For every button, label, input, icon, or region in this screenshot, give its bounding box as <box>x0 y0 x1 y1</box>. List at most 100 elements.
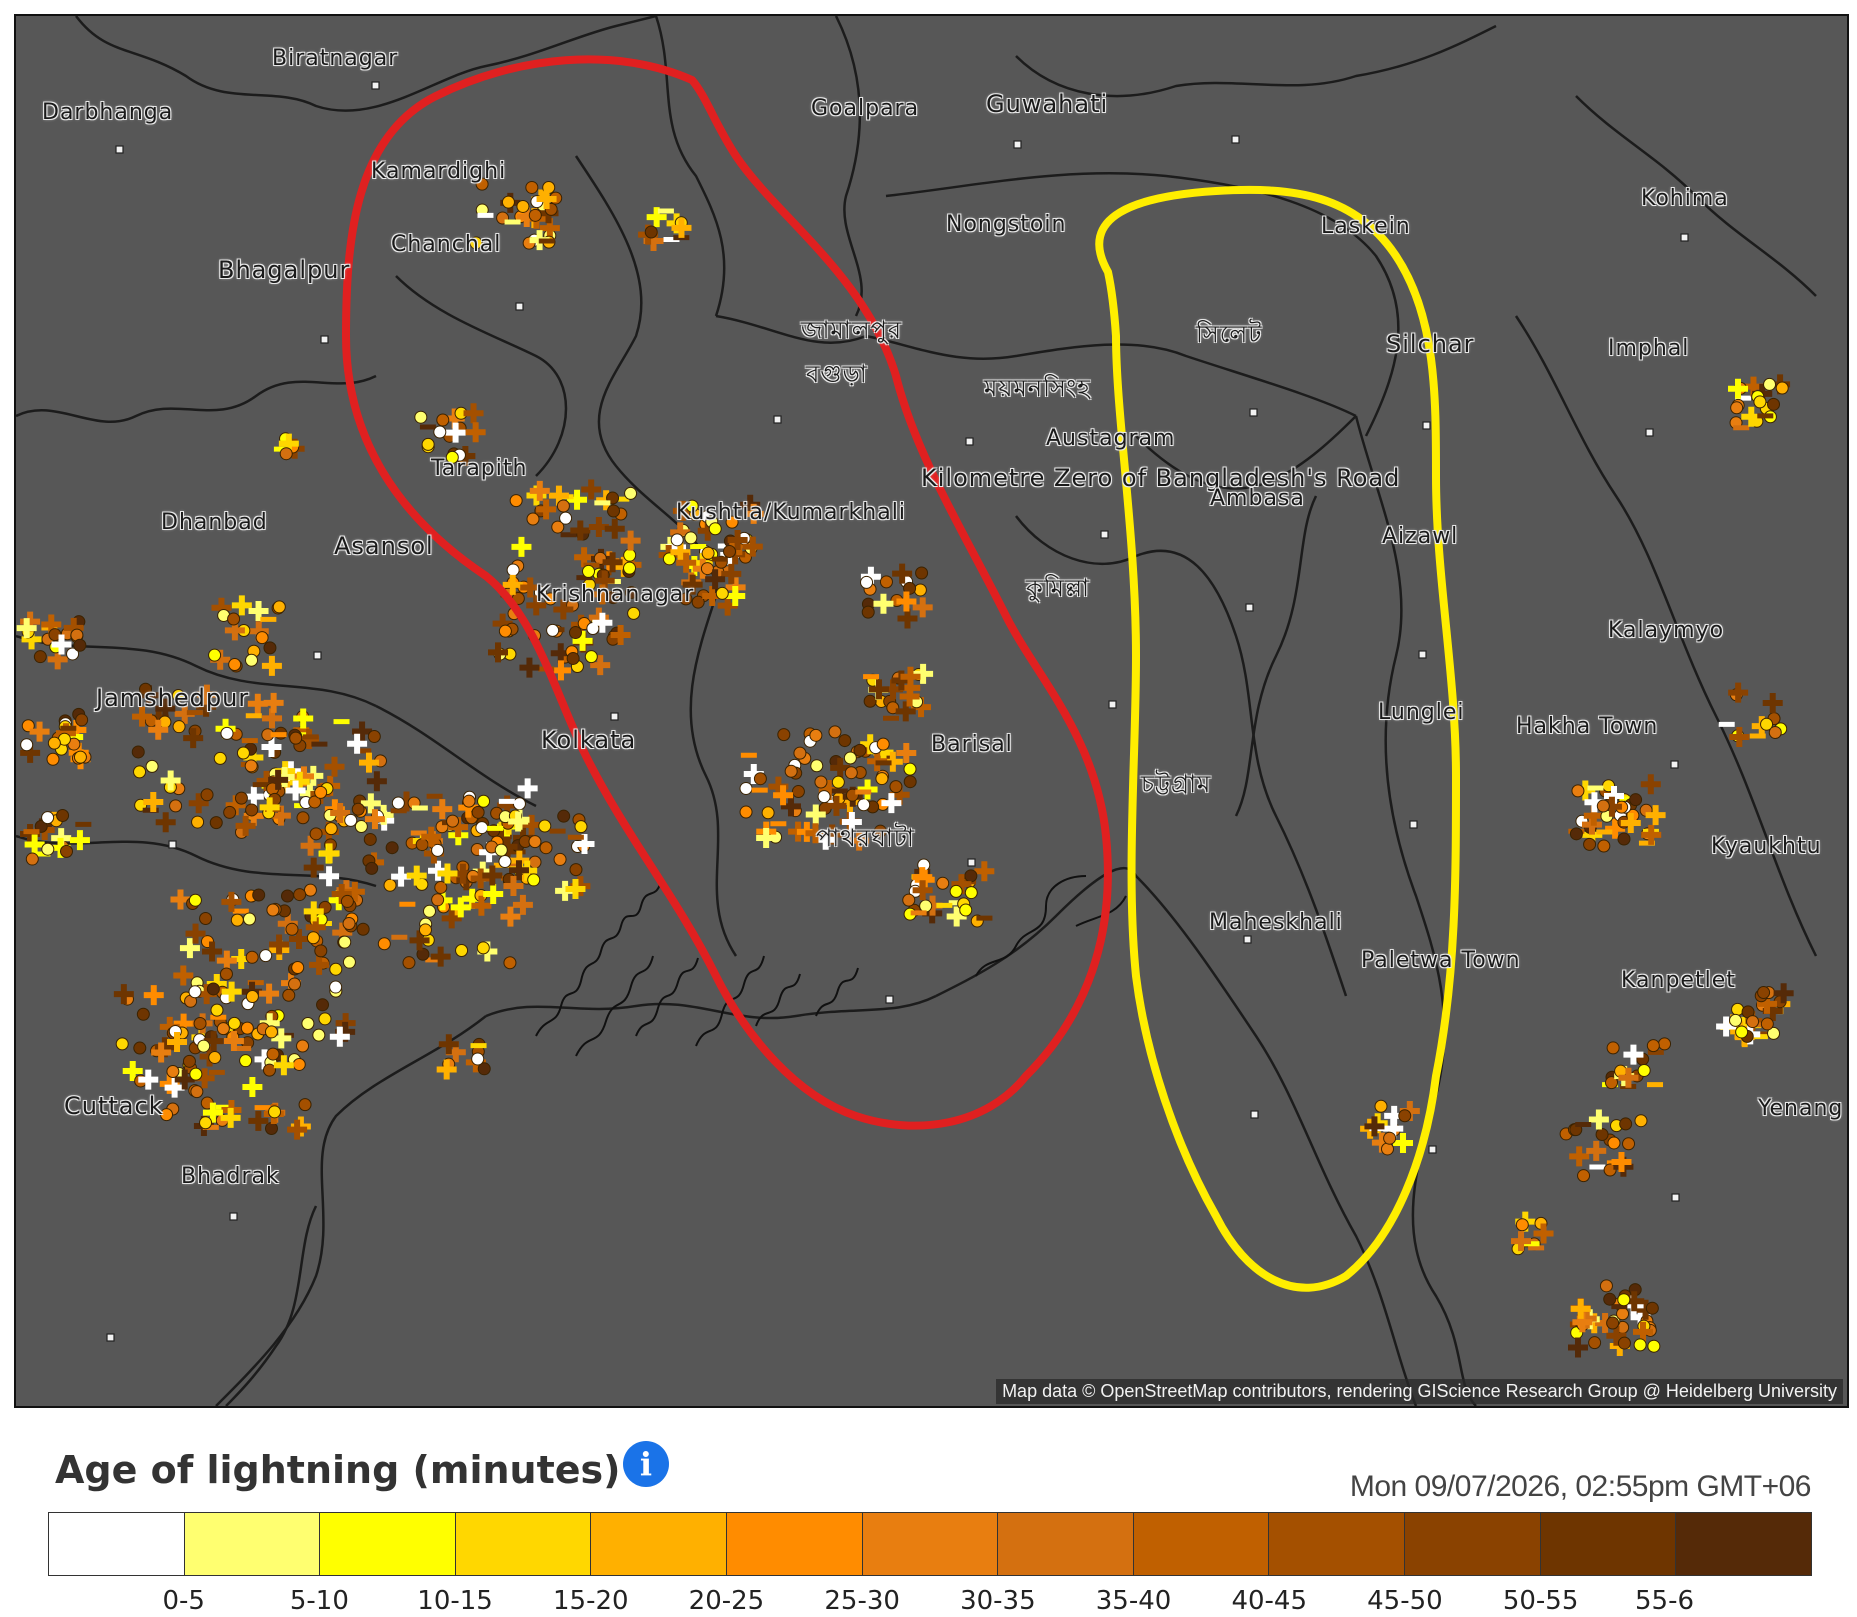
lightning-strike-dot <box>1603 1292 1617 1306</box>
city-jamshedpur-label: Jamshedpur <box>96 684 250 712</box>
lightning-strike-dot <box>861 605 875 619</box>
lightning-strike-dot <box>1617 832 1631 846</box>
lightning-strike-positive <box>155 812 176 833</box>
lightning-strike-dot <box>1606 1316 1620 1330</box>
city-silchar-label: Silchar <box>1386 330 1475 358</box>
lightning-strike-positive <box>1569 1146 1590 1167</box>
lightning-strike-dot <box>228 658 242 672</box>
lightning-strike-dot <box>227 612 241 626</box>
lightning-strike-dot <box>915 566 929 580</box>
lightning-strike-dot <box>188 893 202 907</box>
lightning-strike-dot <box>264 1025 278 1039</box>
lightning-strike-positive <box>465 422 486 443</box>
lightning-strike-positive <box>366 771 387 792</box>
lightning-strike-positive <box>143 985 164 1006</box>
lightning-strike-dot <box>342 955 356 969</box>
lightning-strike-dot <box>1760 717 1774 731</box>
lightning-strike-dot <box>1757 986 1771 1000</box>
lightning-strike-positive <box>287 1119 308 1140</box>
city-kyauk-label: Kyaukhtu <box>1711 834 1822 859</box>
lightning-strike-dot <box>875 772 889 786</box>
legend-swatch-11 <box>1540 1513 1677 1575</box>
marker-cumilla <box>1108 700 1117 709</box>
lightning-strike-dot <box>857 798 871 812</box>
map-attribution[interactable]: Map data © OpenStreetMap contributors, r… <box>996 1379 1843 1404</box>
lightning-strike-dot <box>863 694 877 708</box>
city-bhadrak-label: Bhadrak <box>181 1164 280 1189</box>
legend-swatch-10 <box>1405 1513 1541 1575</box>
city-maheskhali-label: Maheskhali <box>1209 910 1343 935</box>
lightning-strike-dot <box>73 638 87 652</box>
lightning-map[interactable]: Biratnagar Darbhanga Goalpara Guwahati Kohim… <box>14 14 1849 1408</box>
lightning-strike-positive <box>500 906 521 927</box>
lightning-strike-dot <box>476 941 490 955</box>
marker-sylhet <box>1249 408 1258 417</box>
lightning-strike-dot <box>1607 1136 1621 1150</box>
lightning-strike-dot <box>197 1039 211 1053</box>
lightning-strike-dot <box>1646 1039 1660 1053</box>
lightning-strike-dot <box>903 775 917 789</box>
lightning-strike-positive <box>512 894 533 915</box>
lightning-strike-dot <box>245 803 259 817</box>
city-krishnanagar-label: Krishnanagar <box>536 582 695 607</box>
city-cumilla-label: কুমিল্লা <box>1026 574 1091 602</box>
legend-swatch-4 <box>591 1513 728 1575</box>
lightning-strike-dot <box>1735 1025 1749 1039</box>
marker-patharghata <box>885 995 894 1004</box>
lightning-strike-dot <box>351 802 365 816</box>
city-goalpara-label: Goalpara <box>811 96 920 121</box>
lightning-strike-dot <box>1617 1336 1631 1350</box>
lightning-strike-positive <box>1588 1109 1609 1130</box>
legend-tick-label: 15-20 <box>552 1586 629 1616</box>
legend-swatch-6 <box>862 1513 999 1575</box>
info-icon[interactable]: i <box>623 1441 669 1487</box>
marker-bhagalpur <box>320 335 329 344</box>
lightning-strike-dot <box>363 832 377 846</box>
lightning-strike-dot <box>949 884 963 898</box>
lightning-strike-dot <box>210 1003 224 1017</box>
lightning-strike-dot <box>936 876 950 890</box>
lightning-strike-dot <box>234 791 248 805</box>
lightning-strike-dot <box>607 504 621 518</box>
lightning-strike-dot <box>292 1057 306 1071</box>
city-asansol-label: Asansol <box>334 532 434 560</box>
lightning-strike-dot <box>1622 1137 1636 1151</box>
marker-krishnanagar <box>610 712 619 721</box>
lightning-strike-dot <box>245 989 259 1003</box>
city-lunglei-label: Lunglei <box>1378 700 1465 725</box>
lightning-strike-dot <box>262 1063 276 1077</box>
legend-tick-label: 50-55 <box>1502 1586 1579 1616</box>
lightning-strike-dot <box>1617 1293 1631 1307</box>
lightning-strike-dot <box>56 809 70 823</box>
marker-chattogram <box>1243 935 1252 944</box>
lightning-strike-dot <box>293 888 307 902</box>
lightning-strike-positive <box>324 756 345 777</box>
lightning-strike-dot <box>471 805 485 819</box>
legend-tick-label: 30-35 <box>960 1586 1036 1616</box>
lightning-strike-dot <box>723 544 737 558</box>
lightning-strikes <box>16 177 1794 1358</box>
lightning-strike-dot <box>242 912 256 926</box>
lightning-strike-dot <box>494 843 508 857</box>
map-borders <box>16 16 1818 1406</box>
lightning-strike-positive <box>488 642 509 663</box>
lightning-strike-dot <box>25 852 39 866</box>
lightning-strike-dot <box>415 838 429 852</box>
lightning-strike-dot <box>136 1007 150 1021</box>
lightning-strike-dot <box>539 841 553 855</box>
city-jamalpur-label: জামালপুর <box>801 316 903 344</box>
marker-cuttack <box>106 1333 115 1342</box>
lightning-strike-dot <box>301 1016 315 1030</box>
marker-bogura <box>773 415 782 424</box>
marker-aizawl <box>1418 650 1427 659</box>
marker-barisal <box>967 858 976 867</box>
lightning-strike-dot <box>418 923 432 937</box>
lightning-strike-dot <box>245 950 259 964</box>
lightning-strike-positive <box>290 1116 311 1137</box>
lightning-strike-positive <box>581 479 602 500</box>
lightning-strike-dot <box>828 725 842 739</box>
lightning-strike-dot <box>844 766 858 780</box>
lightning-strike-dot <box>546 623 560 637</box>
lightning-strike-positive <box>620 530 641 551</box>
lightning-strike-dot <box>145 759 159 773</box>
